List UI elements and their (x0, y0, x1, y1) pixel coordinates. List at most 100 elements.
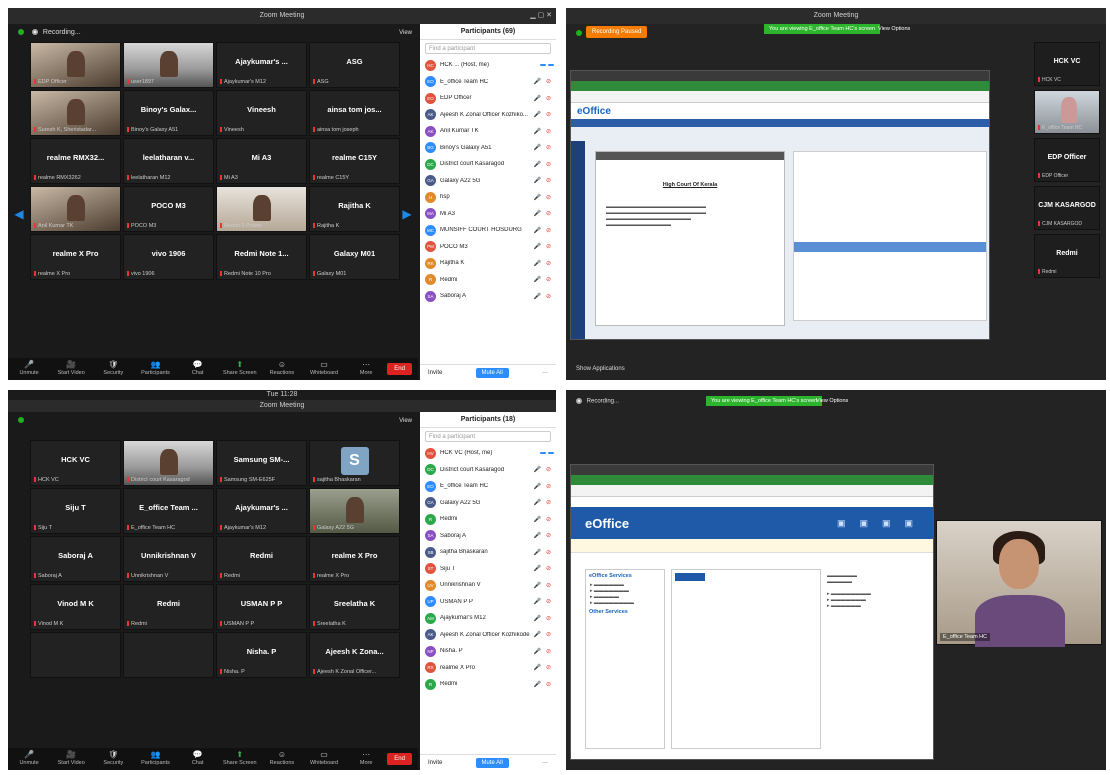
toolbar-microphone-button[interactable]: 🎤 Unmute (8, 361, 50, 377)
participant-row[interactable]: AK Anil Kumar TK 🎤 ⊘ (420, 123, 556, 140)
toolbar-reactions-button[interactable]: ☺ Reactions (261, 751, 303, 767)
view-options-button[interactable]: View Options (878, 26, 910, 32)
participant-tile[interactable]: Unnikrishnan V Unnikrishnan V (123, 536, 214, 582)
participant-row[interactable]: R Redmi 🎤 ⊘ (420, 676, 556, 693)
participant-tile[interactable]: Ssajitha Bhaskaran (309, 440, 400, 486)
participant-tile[interactable]: HCK VC HCK VC (1034, 42, 1100, 86)
window-controls[interactable]: ▁ ▢ ✕ (530, 8, 552, 24)
participant-tile[interactable]: Samsung SM-... Samsung SM-E625F (216, 440, 307, 486)
toolbar-participants-button[interactable]: 👥 Participants (134, 361, 176, 377)
participant-row[interactable]: MC MUNSIFF COURT HOSDURG 🎤 ⊘ (420, 222, 556, 239)
participant-row[interactable]: R Redmi 🎤 ⊘ (420, 511, 556, 528)
participant-row[interactable]: ST Siju T 🎤 ⊘ (420, 561, 556, 578)
toolbar-video-camera-button[interactable]: 🎥 Start Video (50, 751, 92, 767)
toolbar-more-button[interactable]: ··· More (345, 751, 387, 767)
invite-button[interactable]: Invite (428, 760, 442, 766)
participant-row[interactable]: AK Ajeesh K Zonal Officer Kozhikode 🎤 ⊘ (420, 627, 556, 644)
participant-tile[interactable]: Mi A3 Mi A3 (216, 138, 307, 184)
participant-tile[interactable]: Ajeesh K Zona... Ajeesh K Zonal Officer..… (309, 632, 400, 678)
participant-tile[interactable]: EDP Officer EDP Officer (1034, 138, 1100, 182)
participant-row[interactable]: BG Binoy's Galaxy A51 🎤 ⊘ (420, 140, 556, 157)
unmute-button[interactable] (540, 64, 546, 67)
more-button[interactable] (548, 64, 554, 67)
participant-tile[interactable]: Binoy's Galax... Binoy's Galaxy A51 (123, 90, 214, 136)
participant-tile[interactable]: EDP Officer (30, 42, 121, 88)
next-page-arrow-icon[interactable]: ▶ (400, 198, 414, 230)
participant-tile[interactable]: E_office Team HC (1034, 90, 1100, 134)
participant-tile[interactable]: Vinod M K Vinod M K (30, 584, 121, 630)
unmute-button[interactable] (540, 452, 546, 455)
participant-row[interactable]: SB sajitha Bhaskaran 🎤 ⊘ (420, 544, 556, 561)
toolbar-participants-button[interactable]: 👥 Participants (134, 751, 176, 767)
toolbar-chat-button[interactable]: 💬 Chat (177, 361, 219, 377)
participant-row[interactable]: GA Galaxy A22 5G 🎤 ⊘ (420, 495, 556, 512)
toolbar-shield-button[interactable]: 🛡 Security (92, 361, 134, 377)
participant-row[interactable]: EO E_office Team HC 🎤 ⊘ (420, 74, 556, 91)
participant-tile[interactable]: realme X Pro realme X Pro (309, 536, 400, 582)
widget-lines[interactable]: ▬▬▬▬▬▬ ▬▬▬▬▬ ▸ ▬▬▬▬▬▬▬▬ ▸ ▬▬▬▬▬▬▬ ▸ ▬▬▬▬▬▬ (827, 573, 925, 609)
participant-row[interactable]: Hhsp 🎤 ⊘ (420, 189, 556, 206)
more-button[interactable] (548, 452, 554, 455)
recording-paused-chip[interactable]: Recording Paused (586, 26, 648, 38)
participant-tile[interactable]: Rajitha K Rajitha K (309, 186, 400, 232)
invite-button[interactable]: Invite (428, 370, 442, 376)
view-options-button[interactable]: View Options (816, 398, 848, 404)
participant-row[interactable]: AM Ajaykumar's M12 🎤 ⊘ (420, 610, 556, 627)
participant-row[interactable]: EO EDP Officer 🎤 ⊘ (420, 90, 556, 107)
show-applications-label[interactable]: Show Applications (576, 366, 625, 372)
participant-tile[interactable]: ASG ASG (309, 42, 400, 88)
participant-search-input[interactable]: Find a participant (425, 431, 551, 442)
participant-tile[interactable]: Redmi Redmi (1034, 234, 1100, 278)
participant-tile[interactable]: HCK VC HCK VC (30, 440, 121, 486)
participant-tile[interactable]: Redmi 5 Power (216, 186, 307, 232)
participant-row[interactable]: HC HCK ... (Host, me) (420, 57, 556, 74)
view-button[interactable]: View (399, 412, 412, 430)
end-meeting-button[interactable]: End (387, 753, 412, 765)
participant-tile[interactable]: realme C15Y realme C15Y (309, 138, 400, 184)
participant-tile[interactable]: Galaxy M01 Galaxy M01 (309, 234, 400, 280)
mute-all-button[interactable]: Mute All (475, 367, 509, 378)
participant-row[interactable]: RX realme X Pro 🎤 ⊘ (420, 660, 556, 677)
participant-row[interactable]: UV Unnikrishnan V 🎤 ⊘ (420, 577, 556, 594)
participant-tile[interactable]: realme RMX32... realme RMX3262 (30, 138, 121, 184)
participant-row[interactable]: R Redmi 🎤 ⊘ (420, 272, 556, 289)
participant-row[interactable]: HV HCK VC (Host, me) (420, 445, 556, 462)
participant-tile[interactable]: CJM KASARGOD CJM KASARGOD (1034, 186, 1100, 230)
content-tab[interactable] (675, 573, 705, 581)
participant-tile[interactable]: District court Kasaragod (123, 440, 214, 486)
toolbar-whiteboard-button[interactable]: ▭ Whiteboard (303, 751, 345, 767)
toolbar-shield-button[interactable]: 🛡 Security (92, 751, 134, 767)
participant-row[interactable]: SA Saboraj A 🎤 ⊘ (420, 288, 556, 305)
toolbar-reactions-button[interactable]: ☺ Reactions (261, 361, 303, 377)
participant-tile[interactable]: Galaxy A22 5G (309, 488, 400, 534)
participant-row[interactable]: GA Galaxy A22 5G 🎤 ⊘ (420, 173, 556, 190)
participant-row[interactable]: SA Saboraj A 🎤 ⊘ (420, 528, 556, 545)
participant-tile[interactable]: realme X Pro realme X Pro (30, 234, 121, 280)
participant-row[interactable]: DC District court Kasaragod 🎤 ⊘ (420, 156, 556, 173)
participant-row[interactable]: EO E_office Team HC 🎤 ⊘ (420, 478, 556, 495)
participant-row[interactable]: UP USMAN P P 🎤 ⊘ (420, 594, 556, 611)
participant-tile[interactable]: Redmi Note 1... Redmi Note 10 Pro (216, 234, 307, 280)
participant-search-input[interactable]: Find a participant (425, 43, 551, 54)
participant-tile[interactable] (123, 632, 214, 678)
participant-tile[interactable]: Sreelatha K Sreelatha K (309, 584, 400, 630)
more-icon[interactable]: ··· (542, 370, 548, 376)
view-button[interactable]: View (399, 24, 412, 42)
participant-tile[interactable]: Ajaykumar's ... Ajaykumar's M12 (216, 42, 307, 88)
participant-tile[interactable]: Saboraj A Saboraj A (30, 536, 121, 582)
participant-row[interactable]: NP Nisha. P 🎤 ⊘ (420, 643, 556, 660)
viewer-toolbar[interactable] (596, 152, 784, 160)
participant-tile[interactable]: USMAN P P USMAN P P (216, 584, 307, 630)
participant-tile[interactable]: Vineesh Vineesh (216, 90, 307, 136)
participant-tile[interactable]: E_office Team ... E_office Team HC (123, 488, 214, 534)
eoffice-menu[interactable] (571, 119, 989, 127)
mute-all-button[interactable]: Mute All (475, 757, 509, 768)
participant-tile[interactable]: POCO M3 POCO M3 (123, 186, 214, 232)
participant-tile[interactable]: Nisha. P Nisha. P (216, 632, 307, 678)
participant-row[interactable]: DC District court Kasaragod 🎤 ⊘ (420, 462, 556, 479)
participant-tile[interactable] (30, 632, 121, 678)
eoffice-side-nav[interactable] (571, 141, 585, 339)
toolbar-microphone-button[interactable]: 🎤 Unmute (8, 751, 50, 767)
participant-row[interactable]: AK Ajeesh K Zonal Officer Kozhiko... 🎤 ⊘ (420, 107, 556, 124)
toolbar-whiteboard-button[interactable]: ▭ Whiteboard (303, 361, 345, 377)
